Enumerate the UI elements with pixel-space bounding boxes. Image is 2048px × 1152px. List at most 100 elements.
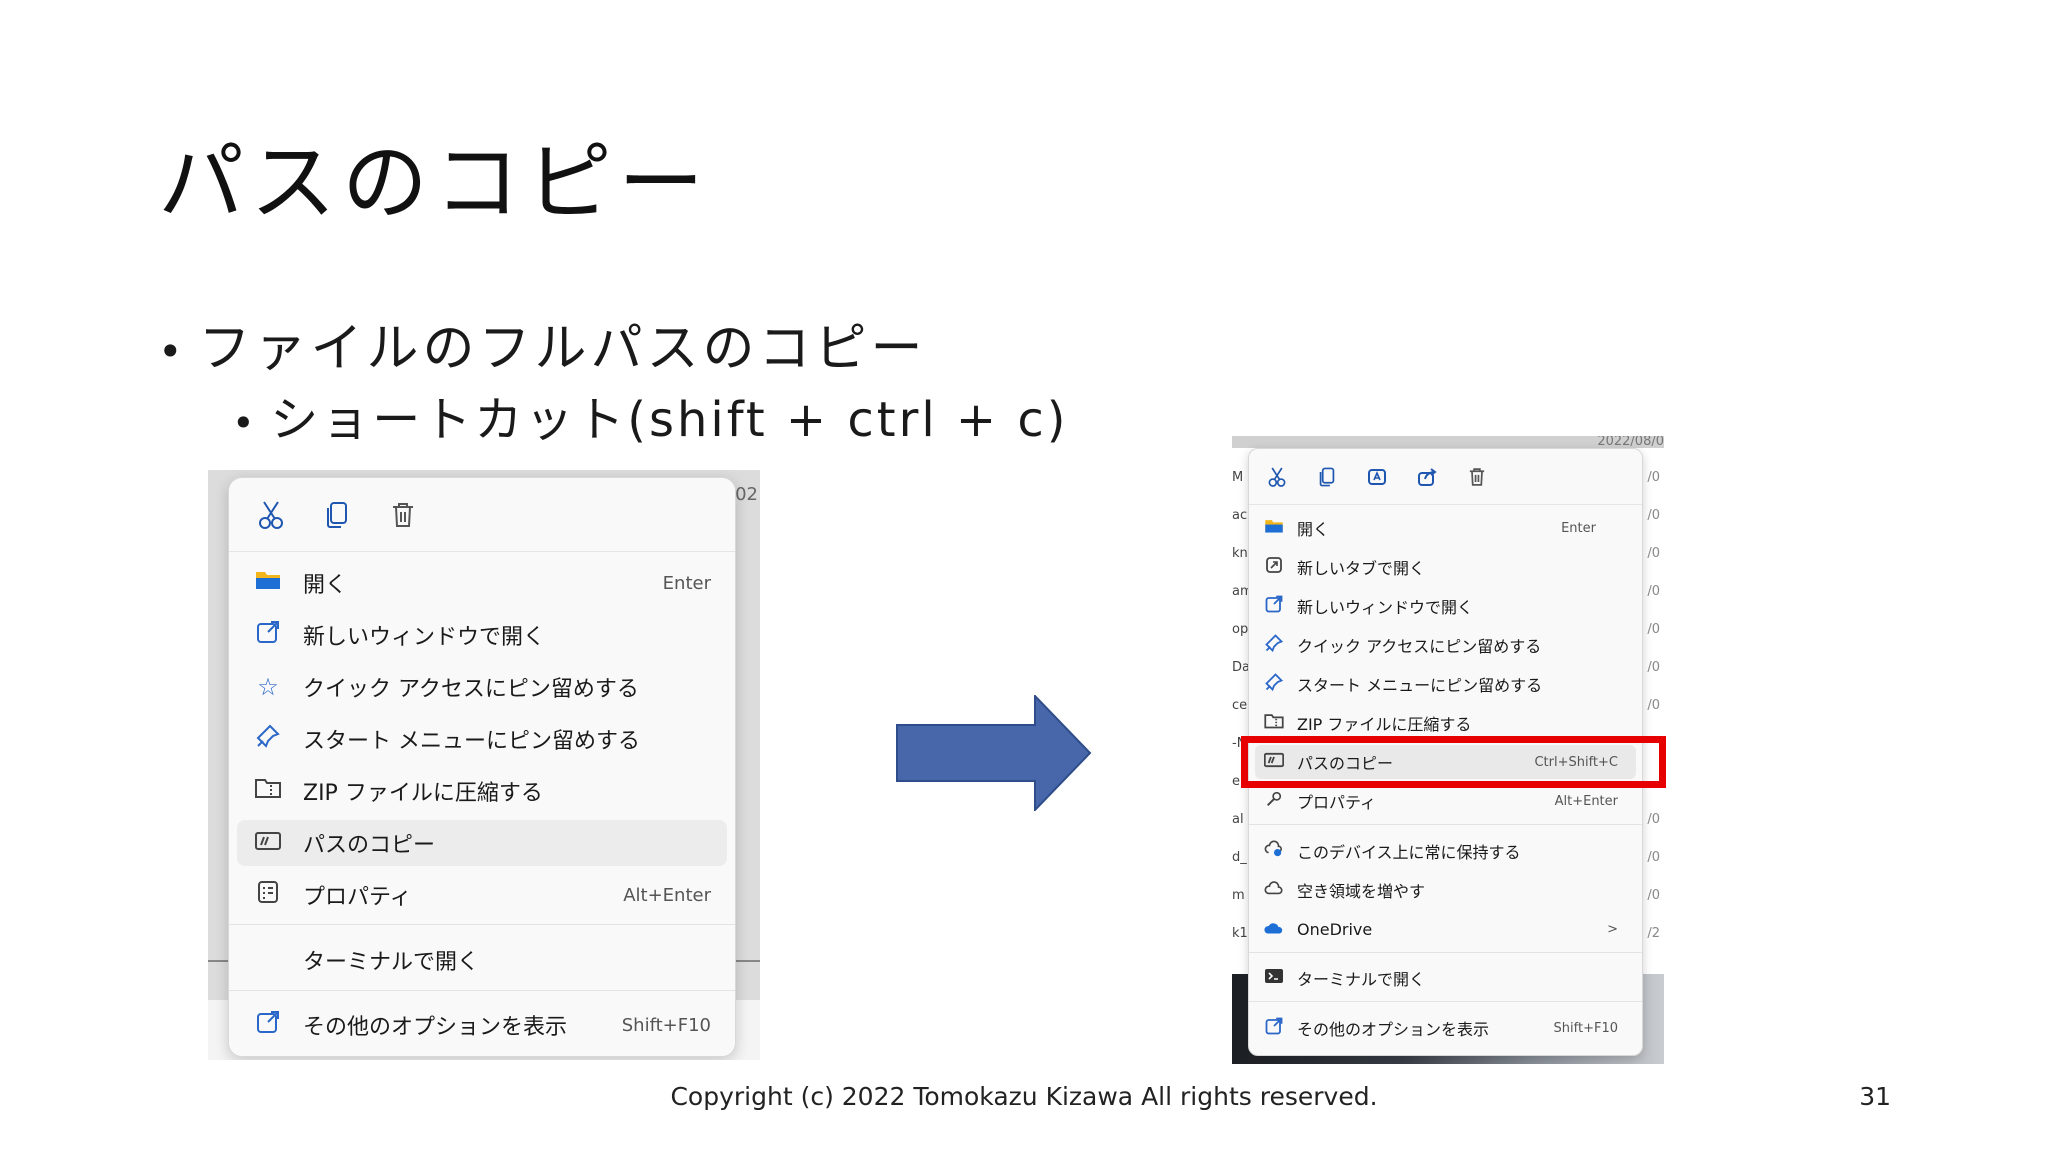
menu-item-open[interactable]: 開く Enter xyxy=(1255,511,1636,545)
menu-item-copy-path[interactable]: パスのコピー xyxy=(237,820,727,866)
menu-item-label: プロパティ xyxy=(1297,793,1377,812)
menu-item-label: OneDrive xyxy=(1297,919,1373,939)
menu-item-label: 開く xyxy=(303,573,348,598)
menu-item-label: ターミナルで開く xyxy=(303,950,480,975)
menu-item-label: その他のオプションを表示 xyxy=(1297,1020,1490,1039)
menu-item-zip[interactable]: ZIP ファイルに圧縮する xyxy=(237,768,727,814)
slide-title: パスのコピー xyxy=(158,133,710,233)
highlight-box xyxy=(1241,736,1666,788)
zip-icon xyxy=(251,777,285,805)
menu-item-more-options[interactable]: その他のオプションを表示 Shift+F10 xyxy=(1255,1011,1636,1045)
menu-item-label: 新しいウィンドウで開く xyxy=(303,625,546,650)
edge-text: ce xyxy=(1232,698,1248,713)
right-arrow-icon xyxy=(896,695,1092,811)
rename-icon[interactable] xyxy=(1365,465,1389,489)
menu-item-shortcut: Enter xyxy=(1561,520,1596,536)
menu-item-label: 新しいウィンドウで開く xyxy=(1297,598,1474,617)
edge-text: /0 xyxy=(1647,470,1660,485)
copy-path-icon xyxy=(251,829,285,857)
menu-item-label: 空き領域を増やす xyxy=(1297,882,1426,901)
menu-item-shortcut: Alt+Enter xyxy=(623,884,711,906)
menu-item-label: パスのコピー xyxy=(303,833,436,858)
context-menu-left: 開く Enter 新しいウィンドウで開く ☆ クイック アクセスにピン留めする … xyxy=(228,477,736,1057)
copy-icon[interactable] xyxy=(319,497,355,533)
menu-item-keep-on-device[interactable]: このデバイス上に常に保持する xyxy=(1255,834,1636,868)
open-new-window-icon xyxy=(1263,595,1285,617)
edge-text: e xyxy=(1232,774,1240,789)
open-new-window-icon xyxy=(251,620,285,650)
menu-item-shortcut: Shift+F10 xyxy=(621,1014,711,1036)
menu-item-open[interactable]: 開く Enter xyxy=(237,560,727,606)
menu-item-label: 新しいタブで開く xyxy=(1297,559,1426,578)
menu-item-open-new-window[interactable]: 新しいウィンドウで開く xyxy=(237,612,727,658)
menu-toolbar xyxy=(229,478,735,552)
menu-item-shortcut: Shift+F10 xyxy=(1553,1020,1618,1036)
menu-separator xyxy=(1249,824,1642,825)
bullet-dot: • xyxy=(158,327,187,376)
menu-item-open-terminal[interactable]: ターミナルで開く xyxy=(1255,961,1636,995)
edge-text: /0 xyxy=(1647,850,1660,865)
edge-text: kn xyxy=(1232,546,1248,561)
menu-item-open-new-tab[interactable]: 新しいタブで開く xyxy=(1255,550,1636,584)
menu-item-pin-quick-access[interactable]: ☆ クイック アクセスにピン留めする xyxy=(237,664,727,710)
edge-text: /0 xyxy=(1647,698,1660,713)
menu-item-free-up-space[interactable]: 空き領域を増やす xyxy=(1255,873,1636,907)
edge-text: /0 xyxy=(1647,888,1660,903)
menu-item-label: プロパティ xyxy=(303,885,412,910)
star-icon: ☆ xyxy=(257,673,279,701)
menu-item-properties[interactable]: プロパティ Alt+Enter xyxy=(1255,784,1636,818)
edge-text: /0 xyxy=(1647,812,1660,827)
properties-icon xyxy=(1263,790,1285,812)
menu-item-more-options[interactable]: その他のオプションを表示 Shift+F10 xyxy=(237,1002,727,1048)
onedrive-icon xyxy=(1263,920,1285,939)
menu-item-properties[interactable]: プロパティ Alt+Enter xyxy=(237,872,727,918)
bullet-level2: • ショートカット(shift + ctrl + c) xyxy=(232,380,1069,450)
menu-item-shortcut: Enter xyxy=(662,572,711,594)
chevron-right-icon: > xyxy=(1607,921,1618,937)
copyright-footer: Copyright (c) 2022 Tomokazu Kizawa All r… xyxy=(670,1082,1378,1111)
menu-item-label: クイック アクセスにピン留めする xyxy=(303,677,639,702)
menu-separator xyxy=(1249,1001,1642,1002)
menu-item-pin-start[interactable]: スタート メニューにピン留めする xyxy=(237,716,727,762)
cut-icon[interactable] xyxy=(1265,465,1289,489)
pin-icon xyxy=(251,724,285,754)
menu-item-onedrive[interactable]: OneDrive > xyxy=(1255,912,1636,946)
bullet-dot: • xyxy=(232,401,258,446)
menu-item-pin-start[interactable]: スタート メニューにピン留めする xyxy=(1255,667,1636,701)
menu-item-open-terminal[interactable]: ターミナルで開く xyxy=(237,937,727,983)
edge-text: al xyxy=(1232,812,1244,827)
menu-separator xyxy=(229,990,735,991)
edge-text: /0 xyxy=(1647,584,1660,599)
menu-item-label: ZIP ファイルに圧縮する xyxy=(303,781,543,806)
more-options-icon xyxy=(1263,1017,1285,1039)
terminal-icon xyxy=(1263,968,1285,988)
cloud-sync-icon xyxy=(1263,840,1285,862)
copy-icon[interactable] xyxy=(1315,465,1339,489)
zip-icon xyxy=(1263,713,1285,733)
page-number: 31 xyxy=(1859,1082,1891,1111)
menu-item-label: 開く xyxy=(1297,520,1330,539)
share-icon[interactable] xyxy=(1415,465,1439,489)
menu-item-label: クイック アクセスにピン留めする xyxy=(1297,637,1542,656)
edge-text: /0 xyxy=(1647,508,1660,523)
more-options-icon xyxy=(251,1010,285,1040)
edge-text: M xyxy=(1232,470,1244,485)
menu-item-zip[interactable]: ZIP ファイルに圧縮する xyxy=(1255,706,1636,740)
delete-icon[interactable] xyxy=(1465,465,1489,489)
menu-item-open-new-window[interactable]: 新しいウィンドウで開く xyxy=(1255,589,1636,623)
cloud-icon xyxy=(1263,880,1285,900)
bullet-level1: • ファイルのフルパスのコピー xyxy=(158,306,927,381)
menu-item-label: このデバイス上に常に保持する xyxy=(1297,843,1521,862)
folder-icon xyxy=(1263,518,1285,538)
pin-icon xyxy=(1263,673,1285,695)
menu-separator xyxy=(1249,952,1642,953)
cut-icon[interactable] xyxy=(253,497,289,533)
edge-text: k1 xyxy=(1232,926,1248,941)
new-tab-icon xyxy=(1263,556,1285,578)
menu-toolbar xyxy=(1249,449,1642,505)
edge-text: op xyxy=(1232,622,1249,637)
edge-text: /0 xyxy=(1647,622,1660,637)
menu-item-pin-quick-access[interactable]: クイック アクセスにピン留めする xyxy=(1255,628,1636,662)
delete-icon[interactable] xyxy=(385,497,421,533)
edge-text: d_ xyxy=(1232,850,1247,865)
